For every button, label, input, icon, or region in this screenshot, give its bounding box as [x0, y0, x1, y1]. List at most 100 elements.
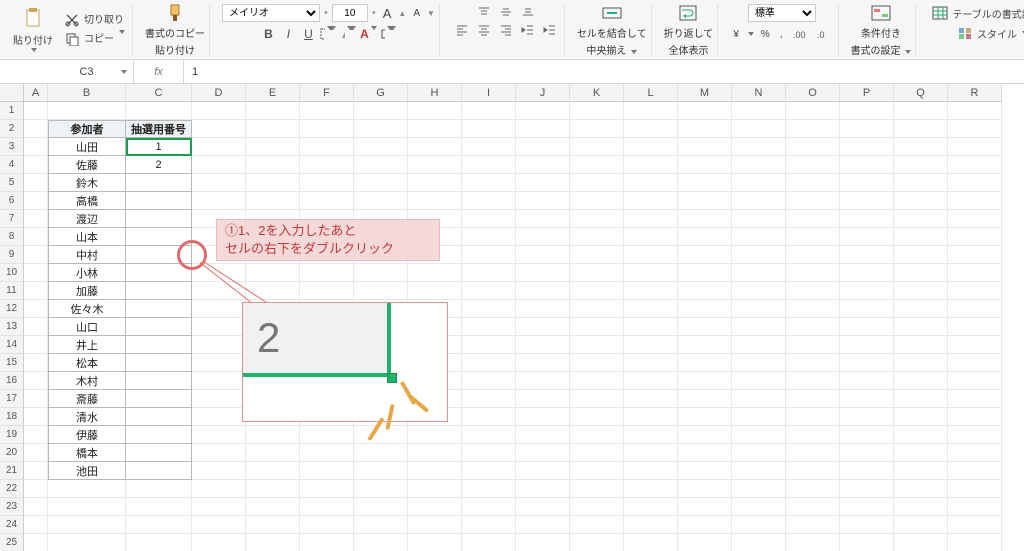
column-header[interactable]: J: [516, 84, 570, 102]
cell[interactable]: [462, 120, 516, 138]
cell[interactable]: [48, 102, 126, 120]
cell[interactable]: [126, 444, 192, 462]
cell[interactable]: [24, 534, 48, 551]
cell[interactable]: [732, 282, 786, 300]
cell[interactable]: [354, 516, 408, 534]
cell[interactable]: [24, 462, 48, 480]
cell[interactable]: [678, 246, 732, 264]
paste-button[interactable]: 貼り付け: [10, 4, 56, 53]
cell[interactable]: [570, 426, 624, 444]
row-header[interactable]: 11: [0, 282, 24, 300]
cell[interactable]: [300, 264, 354, 282]
cell[interactable]: [570, 354, 624, 372]
cell[interactable]: [948, 516, 1002, 534]
cell[interactable]: [732, 372, 786, 390]
cell[interactable]: [948, 390, 1002, 408]
cell[interactable]: [732, 498, 786, 516]
cell-style-button[interactable]: スタイル: [953, 24, 1024, 42]
merge-cells-button[interactable]: セルを結合して 中央揃え: [573, 4, 652, 56]
cell[interactable]: [516, 210, 570, 228]
row-header[interactable]: 25: [0, 534, 24, 551]
cell[interactable]: [948, 120, 1002, 138]
cell[interactable]: [24, 192, 48, 210]
cell[interactable]: [126, 516, 192, 534]
cell[interactable]: [408, 174, 462, 192]
cell[interactable]: [840, 192, 894, 210]
cell[interactable]: [678, 210, 732, 228]
cell[interactable]: [894, 228, 948, 246]
cell[interactable]: [354, 120, 408, 138]
cell[interactable]: [126, 408, 192, 426]
row-header[interactable]: 24: [0, 516, 24, 534]
cell[interactable]: [570, 156, 624, 174]
cell[interactable]: [192, 426, 246, 444]
cell[interactable]: [624, 264, 678, 282]
cell[interactable]: [192, 192, 246, 210]
cell[interactable]: 木村: [48, 372, 126, 390]
column-header[interactable]: N: [732, 84, 786, 102]
cell[interactable]: [678, 102, 732, 120]
cell[interactable]: [516, 390, 570, 408]
cell[interactable]: [462, 246, 516, 264]
cell[interactable]: [246, 156, 300, 174]
cell[interactable]: [24, 408, 48, 426]
cell[interactable]: [678, 534, 732, 551]
increase-decimal-button[interactable]: .00: [790, 27, 810, 41]
cell[interactable]: [126, 300, 192, 318]
row-header[interactable]: 10: [0, 264, 24, 282]
cell[interactable]: [894, 300, 948, 318]
cell[interactable]: [624, 462, 678, 480]
cell[interactable]: [732, 156, 786, 174]
cell[interactable]: [624, 480, 678, 498]
cell[interactable]: [192, 318, 246, 336]
cell[interactable]: [570, 498, 624, 516]
align-center-button[interactable]: [474, 22, 494, 38]
cell[interactable]: [678, 462, 732, 480]
cell[interactable]: [24, 138, 48, 156]
row-header[interactable]: 23: [0, 498, 24, 516]
cell[interactable]: [732, 534, 786, 551]
cell[interactable]: [570, 210, 624, 228]
row-header[interactable]: 8: [0, 228, 24, 246]
cell[interactable]: [516, 354, 570, 372]
percent-button[interactable]: %: [758, 28, 773, 41]
cell[interactable]: [624, 300, 678, 318]
phonetic-button[interactable]: [380, 26, 396, 42]
cell[interactable]: [516, 102, 570, 120]
cell[interactable]: [462, 174, 516, 192]
cell[interactable]: [732, 390, 786, 408]
format-painter-button[interactable]: 書式のコピー 貼り付け: [141, 4, 210, 56]
cell[interactable]: [24, 210, 48, 228]
cell[interactable]: [516, 534, 570, 551]
cell[interactable]: [24, 246, 48, 264]
cell[interactable]: [48, 480, 126, 498]
cell[interactable]: [24, 264, 48, 282]
cell[interactable]: [516, 264, 570, 282]
border-button[interactable]: [320, 26, 336, 42]
cell[interactable]: [516, 174, 570, 192]
cell[interactable]: [516, 228, 570, 246]
cell[interactable]: [840, 498, 894, 516]
cell[interactable]: [948, 138, 1002, 156]
cell[interactable]: [894, 192, 948, 210]
cell[interactable]: [48, 516, 126, 534]
cell[interactable]: [894, 264, 948, 282]
cell[interactable]: [408, 534, 462, 551]
cell[interactable]: [570, 264, 624, 282]
cell[interactable]: [894, 156, 948, 174]
cell[interactable]: [300, 156, 354, 174]
cell[interactable]: [732, 462, 786, 480]
cell[interactable]: [786, 444, 840, 462]
cell[interactable]: [894, 246, 948, 264]
cell[interactable]: [24, 318, 48, 336]
cell[interactable]: [624, 120, 678, 138]
cell[interactable]: [678, 372, 732, 390]
select-all-corner[interactable]: [0, 84, 24, 102]
cell[interactable]: [894, 210, 948, 228]
cell[interactable]: [678, 318, 732, 336]
column-header[interactable]: M: [678, 84, 732, 102]
cell[interactable]: [624, 192, 678, 210]
cell[interactable]: [570, 444, 624, 462]
italic-button[interactable]: I: [280, 26, 296, 42]
cell[interactable]: [354, 156, 408, 174]
